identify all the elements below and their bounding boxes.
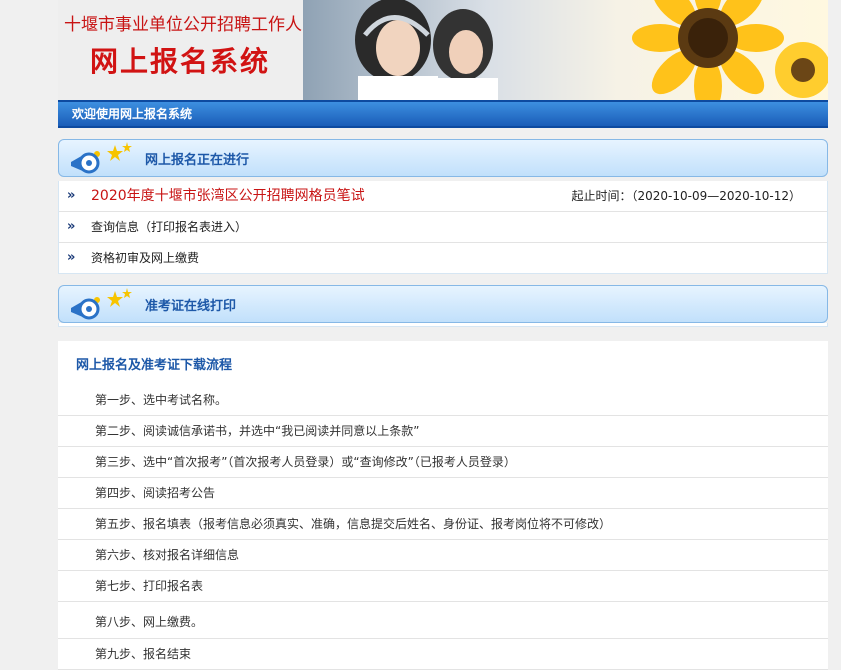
loudspeaker-icon bbox=[67, 142, 135, 178]
flow-step: 第一步、选中考试名称。 bbox=[58, 385, 828, 416]
process-flow-title: 网上报名及准考证下载流程 bbox=[76, 358, 233, 373]
flow-step: 第九步、报名结束 bbox=[58, 639, 828, 670]
double-chevron-icon: » bbox=[67, 219, 76, 234]
process-flow: 网上报名及准考证下载流程 第一步、选中考试名称。 第二步、阅读诚信承诺书，并选中… bbox=[58, 341, 828, 670]
page-container: 十堰市事业单位公开招聘工作人员 网上报名系统 欢迎使用网上报名系统 网上报名正在… bbox=[58, 0, 828, 670]
ongoing-exam-list: » 2020年度十堰市张湾区公开招聘网格员笔试 起止时间：（2020-10-09… bbox=[58, 181, 828, 274]
exam-link[interactable]: 2020年度十堰市张湾区公开招聘网格员笔试 bbox=[91, 188, 365, 204]
organization-title: 十堰市事业单位公开招聘工作人员 bbox=[64, 15, 319, 35]
double-chevron-icon: » bbox=[67, 188, 76, 203]
flow-step: 第八步、网上缴费。 bbox=[58, 602, 828, 639]
deadline-value: （2020-10-09—2020-10-12） bbox=[631, 189, 801, 203]
deadline-label: 起止时间： bbox=[571, 189, 632, 203]
ongoing-registration-title: 网上报名正在进行 bbox=[145, 153, 250, 168]
flow-step: 第四步、阅读招考公告 bbox=[58, 478, 828, 509]
system-title: 网上报名系统 bbox=[90, 45, 271, 78]
header-banner: 十堰市事业单位公开招聘工作人员 网上报名系统 bbox=[58, 0, 828, 100]
flow-step: 第五步、报名填表（报考信息必须真实、准确，信息提交后姓名、身份证、报考岗位将不可… bbox=[58, 509, 828, 540]
banner-title-area: 十堰市事业单位公开招聘工作人员 网上报名系统 bbox=[58, 0, 319, 100]
flow-step: 第三步、选中“首次报考”（首次报考人员登录）或“查询修改”（已报考人员登录） bbox=[58, 447, 828, 478]
flow-step: 第六步、核对报名详细信息 bbox=[58, 540, 828, 571]
admission-ticket-header: 准考证在线打印 bbox=[58, 285, 828, 323]
double-chevron-icon: » bbox=[67, 250, 76, 265]
admission-ticket-list bbox=[58, 323, 828, 327]
exam-deadline: 起止时间：（2020-10-09—2020-10-12） bbox=[572, 181, 802, 211]
exam-row[interactable]: » 2020年度十堰市张湾区公开招聘网格员笔试 起止时间：（2020-10-09… bbox=[59, 181, 827, 212]
admission-ticket-title: 准考证在线打印 bbox=[145, 299, 237, 314]
flow-step: 第二步、阅读诚信承诺书，并选中“我已阅读并同意以上条款” bbox=[58, 416, 828, 447]
welcome-bar: 欢迎使用网上报名系统 bbox=[58, 100, 828, 128]
query-info-link[interactable]: 查询信息（打印报名表进入） bbox=[91, 220, 247, 234]
review-payment-link[interactable]: 资格初审及网上缴费 bbox=[91, 251, 199, 265]
banner-image bbox=[303, 0, 828, 100]
ongoing-registration-header: 网上报名正在进行 bbox=[58, 139, 828, 177]
flow-step: 第七步、打印报名表 bbox=[58, 571, 828, 602]
review-payment-row[interactable]: » 资格初审及网上缴费 bbox=[59, 243, 827, 273]
loudspeaker-icon bbox=[67, 288, 135, 324]
query-info-row[interactable]: » 查询信息（打印报名表进入） bbox=[59, 212, 827, 243]
